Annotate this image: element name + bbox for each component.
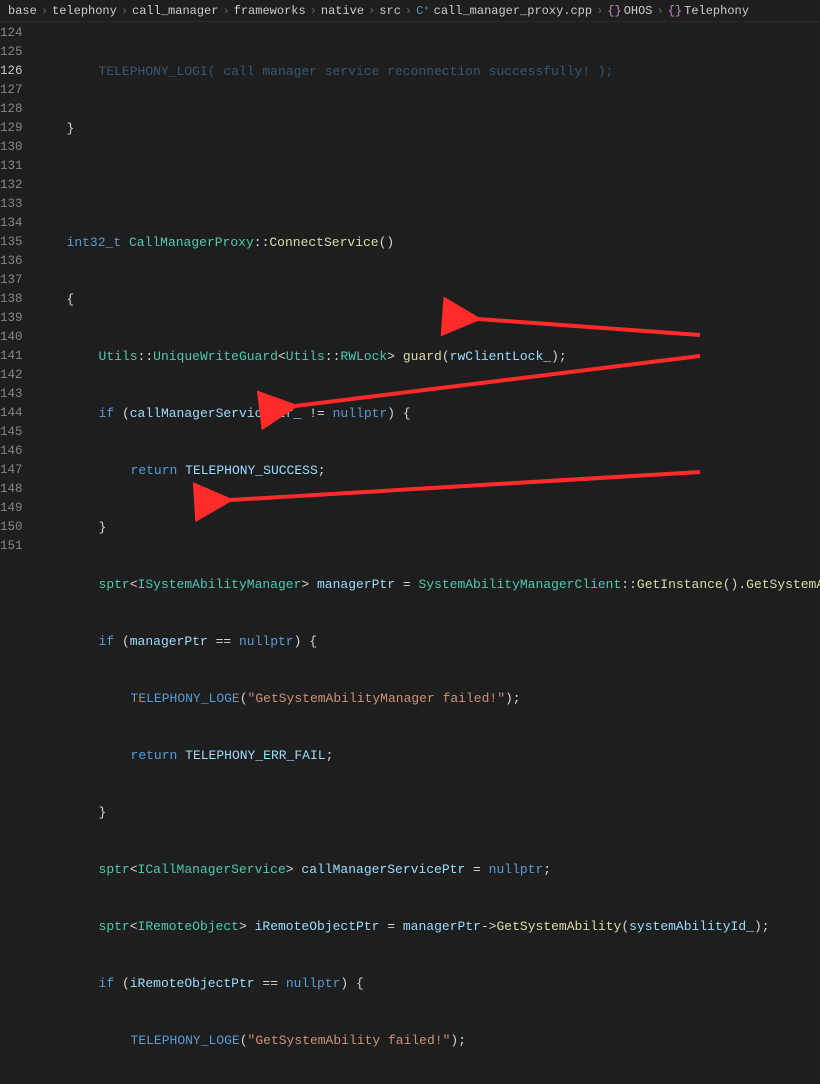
crumb[interactable]: src	[379, 4, 401, 18]
chevron-right-icon: ›	[41, 4, 48, 18]
line-number: 139	[0, 309, 23, 328]
line-number: 138	[0, 290, 23, 309]
code-line[interactable]: TELEPHONY_LOGE("GetSystemAbility failed!…	[35, 1031, 820, 1050]
line-number: 129	[0, 119, 23, 138]
line-number: 142	[0, 366, 23, 385]
line-number: 137	[0, 271, 23, 290]
chevron-right-icon: ›	[405, 4, 412, 18]
line-number-gutter: 1241251261271281291301311321331341351361…	[0, 22, 35, 542]
crumb-file[interactable]: call_manager_proxy.cpp	[434, 4, 592, 18]
line-number: 148	[0, 480, 23, 499]
crumb-ns[interactable]: Telephony	[684, 4, 749, 18]
code-line[interactable]: }	[35, 803, 820, 822]
line-number: 134	[0, 214, 23, 233]
code-editor[interactable]: 1241251261271281291301311321331341351361…	[0, 22, 820, 542]
namespace-icon: {}	[607, 4, 621, 18]
line-number: 124	[0, 24, 23, 43]
line-number: 136	[0, 252, 23, 271]
code-line[interactable]: }	[35, 119, 820, 138]
chevron-right-icon: ›	[368, 4, 375, 18]
line-number: 145	[0, 423, 23, 442]
code-line[interactable]: sptr<IRemoteObject> iRemoteObjectPtr = m…	[35, 917, 820, 936]
code-line[interactable]: }	[35, 518, 820, 537]
chevron-right-icon: ›	[310, 4, 317, 18]
code-line[interactable]: int32_t CallManagerProxy::ConnectService…	[35, 233, 820, 252]
crumb[interactable]: call_manager	[132, 4, 218, 18]
code-line[interactable]: {	[35, 290, 820, 309]
cpp-file-icon: C⁺	[416, 3, 430, 18]
line-number: 141	[0, 347, 23, 366]
line-number: 125	[0, 43, 23, 62]
code-line[interactable]: TELEPHONY_LOGE("GetSystemAbilityManager …	[35, 689, 820, 708]
line-number: 127	[0, 81, 23, 100]
line-number: 132	[0, 176, 23, 195]
crumb[interactable]: frameworks	[234, 4, 306, 18]
code-area[interactable]: TELEPHONY_LOGI( call manager service rec…	[35, 22, 820, 542]
chevron-right-icon: ›	[121, 4, 128, 18]
code-line[interactable]	[35, 176, 820, 195]
code-line[interactable]: sptr<ISystemAbilityManager> managerPtr =…	[35, 575, 820, 594]
line-number: 135	[0, 233, 23, 252]
line-number: 144	[0, 404, 23, 423]
line-number: 133	[0, 195, 23, 214]
crumb[interactable]: native	[321, 4, 364, 18]
code-line[interactable]: TELEPHONY_LOGI( call manager service rec…	[35, 62, 820, 81]
line-number: 128	[0, 100, 23, 119]
code-line[interactable]: return TELEPHONY_ERR_FAIL;	[35, 746, 820, 765]
code-line[interactable]: Utils::UniqueWriteGuard<Utils::RWLock> g…	[35, 347, 820, 366]
code-line[interactable]: if (iRemoteObjectPtr == nullptr) {	[35, 974, 820, 993]
code-line[interactable]: if (callManagerServicePtr_ != nullptr) {	[35, 404, 820, 423]
crumb[interactable]: base	[8, 4, 37, 18]
code-line[interactable]: return TELEPHONY_SUCCESS;	[35, 461, 820, 480]
line-number: 146	[0, 442, 23, 461]
line-number: 150	[0, 518, 23, 537]
line-number: 140	[0, 328, 23, 347]
crumb-ns[interactable]: OHOS	[624, 4, 653, 18]
line-number: 151	[0, 537, 23, 556]
breadcrumb[interactable]: base › telephony › call_manager › framework…	[0, 0, 820, 22]
chevron-right-icon: ›	[657, 4, 664, 18]
line-number: 126	[0, 62, 23, 81]
chevron-right-icon: ›	[222, 4, 229, 18]
crumb[interactable]: telephony	[52, 4, 117, 18]
namespace-icon: {}	[668, 4, 682, 18]
line-number: 130	[0, 138, 23, 157]
line-number: 143	[0, 385, 23, 404]
line-number: 147	[0, 461, 23, 480]
line-number: 149	[0, 499, 23, 518]
line-number: 131	[0, 157, 23, 176]
code-line[interactable]: if (managerPtr == nullptr) {	[35, 632, 820, 651]
code-line[interactable]: sptr<ICallManagerService> callManagerSer…	[35, 860, 820, 879]
chevron-right-icon: ›	[596, 4, 603, 18]
